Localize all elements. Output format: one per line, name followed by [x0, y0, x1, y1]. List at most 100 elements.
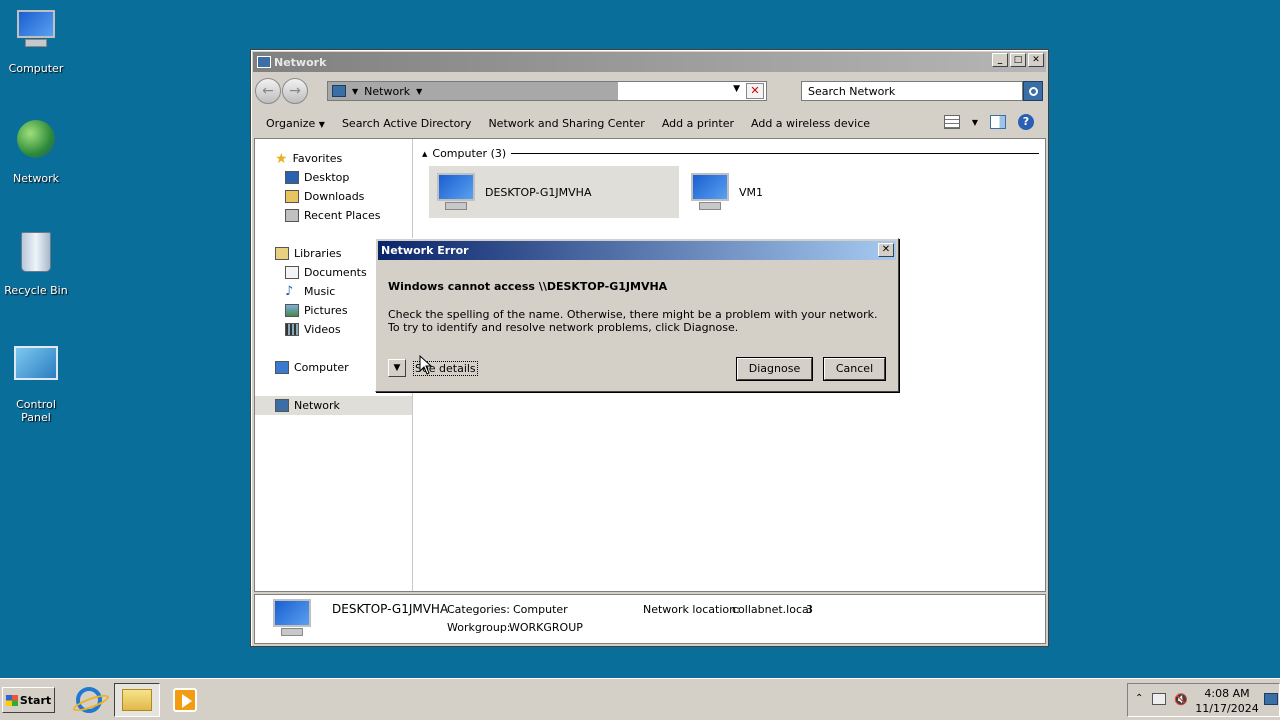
window-controls: _ □ ✕ [992, 53, 1044, 67]
internet-explorer-icon [76, 687, 102, 713]
preview-pane-icon[interactable] [990, 115, 1006, 129]
show-desktop-button[interactable] [1264, 693, 1278, 705]
close-button[interactable]: ✕ [1028, 53, 1044, 67]
desktop-icon-label: Computer [8, 62, 64, 75]
group-header[interactable]: ▲ Computer (3) [422, 147, 1039, 160]
details-location-label: Network location: [643, 603, 740, 616]
start-button[interactable]: Start [2, 687, 55, 713]
item-name: VM1 [739, 185, 764, 199]
folder-icon [122, 689, 152, 711]
window-titlebar[interactable]: Network [253, 52, 1046, 72]
nav-label: Documents [304, 266, 367, 279]
taskbar-windows-explorer[interactable] [114, 683, 160, 717]
minimize-button[interactable]: _ [992, 53, 1008, 67]
computer-icon [689, 173, 731, 211]
breadcrumb: ▼ Network ▼ [328, 82, 618, 100]
show-hidden-icons-button[interactable]: ⌃ [1135, 693, 1143, 704]
videos-icon [285, 323, 299, 336]
dialog-close-button[interactable]: ✕ [878, 243, 894, 257]
network-item[interactable]: DESKTOP-G1JMVHA [429, 166, 679, 218]
pictures-icon [285, 304, 299, 317]
cancel-button[interactable]: Cancel [823, 357, 886, 381]
nav-item-recent-places[interactable]: Recent Places [255, 206, 412, 225]
search-button[interactable] [1023, 81, 1043, 101]
add-printer-button[interactable]: Add a printer [662, 117, 734, 130]
computer-icon [12, 10, 60, 58]
taskbar: Start ⌃ 🔇 4:08 AM 11/17/2024 [0, 678, 1280, 720]
nav-label: Network [294, 399, 340, 412]
back-button[interactable]: ← [255, 78, 281, 104]
chevron-down-icon[interactable]: ▼ [972, 118, 978, 127]
nav-label: Computer [294, 361, 349, 374]
desktop-icon-computer[interactable]: Computer [0, 10, 72, 75]
details-location-value: collabnet.local [732, 603, 812, 616]
search-icon [1028, 86, 1038, 96]
help-icon[interactable]: ? [1018, 114, 1034, 130]
star-icon: ★ [275, 150, 288, 167]
dialog-message: Check the spelling of the name. Otherwis… [388, 308, 878, 334]
stop-button[interactable]: ✕ [746, 83, 764, 99]
network-tray-icon[interactable] [1152, 693, 1166, 705]
details-workgroup-value: WORKGROUP [509, 621, 583, 634]
desktop-icon [285, 171, 299, 184]
volume-muted-icon[interactable]: 🔇 [1174, 693, 1188, 706]
details-expander-button[interactable]: ▼ [388, 359, 406, 377]
details-name: DESKTOP-G1JMVHA [332, 602, 449, 616]
desktop-icon-control-panel[interactable]: Control Panel [0, 346, 72, 424]
organize-label: Organize [266, 116, 316, 130]
dialog-title: Network Error [381, 244, 469, 257]
clock-date: 11/17/2024 [1195, 702, 1259, 715]
change-view-icon[interactable] [943, 115, 960, 129]
desktop-icon-network[interactable]: Network [0, 120, 72, 185]
chevron-down-icon: ▼ [393, 363, 401, 373]
system-tray: ⌃ 🔇 4:08 AM 11/17/2024 [1127, 683, 1280, 717]
dialog-titlebar[interactable]: Network Error [378, 241, 896, 260]
nav-item-favorites[interactable]: ★ Favorites [255, 149, 412, 168]
desktop-icon-label: Control Panel [16, 398, 56, 424]
group-label: Computer (3) [432, 147, 507, 160]
nav-item-network[interactable]: Network [255, 396, 412, 415]
details-workgroup-label: Workgroup: [447, 621, 511, 634]
add-wireless-device-button[interactable]: Add a wireless device [751, 117, 870, 130]
maximize-button[interactable]: □ [1010, 53, 1026, 67]
network-sharing-center-button[interactable]: Network and Sharing Center [488, 117, 644, 130]
mouse-cursor-icon [419, 355, 433, 375]
taskbar-media-player[interactable] [162, 683, 208, 717]
search-input[interactable]: Search Network [801, 81, 1023, 101]
desktop-icon-recycle-bin[interactable]: Recycle Bin [0, 232, 72, 297]
nav-label: Downloads [304, 190, 365, 203]
nav-item-desktop[interactable]: Desktop [255, 168, 412, 187]
chevron-down-icon[interactable]: ▼ [352, 87, 358, 96]
forward-button[interactable]: → [282, 78, 308, 104]
view-controls: ▼ ? [943, 114, 1034, 130]
nav-label: Videos [304, 323, 341, 336]
network-icon [275, 399, 289, 412]
clock[interactable]: 4:08 AM 11/17/2024 [1192, 686, 1262, 716]
taskbar-internet-explorer[interactable] [66, 683, 112, 717]
chevron-down-icon[interactable]: ▼ [416, 87, 422, 96]
address-row: ← → ▼ Network ▼ ▼ ✕ Search Network [251, 74, 1048, 108]
address-bar[interactable]: ▼ Network ▼ ▼ ✕ [327, 81, 767, 101]
window-title: Network [274, 55, 327, 69]
computer-icon [271, 599, 313, 637]
breadcrumb-network[interactable]: Network [364, 85, 410, 98]
start-label: Start [19, 693, 52, 707]
computer-icon [435, 173, 477, 211]
windows-logo-icon [5, 694, 18, 706]
nav-label: Pictures [304, 304, 348, 317]
search-active-directory-button[interactable]: Search Active Directory [342, 117, 472, 130]
command-bar: Organize ▼ Search Active Directory Netwo… [251, 108, 1048, 138]
media-player-icon [173, 688, 197, 712]
organize-menu[interactable]: Organize ▼ [266, 117, 325, 130]
address-dropdown-icon[interactable]: ▼ [733, 84, 740, 94]
nav-label: Favorites [292, 152, 343, 165]
diagnose-button[interactable]: Diagnose [736, 357, 813, 381]
network-globe-icon [12, 120, 60, 168]
details-location-suffix: 3 [806, 603, 813, 616]
network-item[interactable]: VM1 [683, 166, 803, 218]
nav-item-downloads[interactable]: Downloads [255, 187, 412, 206]
network-error-dialog: Network Error ✕ Windows cannot access \\… [375, 238, 899, 392]
downloads-folder-icon [285, 190, 299, 203]
network-icon [332, 85, 346, 97]
collapse-icon: ▲ [422, 149, 428, 158]
